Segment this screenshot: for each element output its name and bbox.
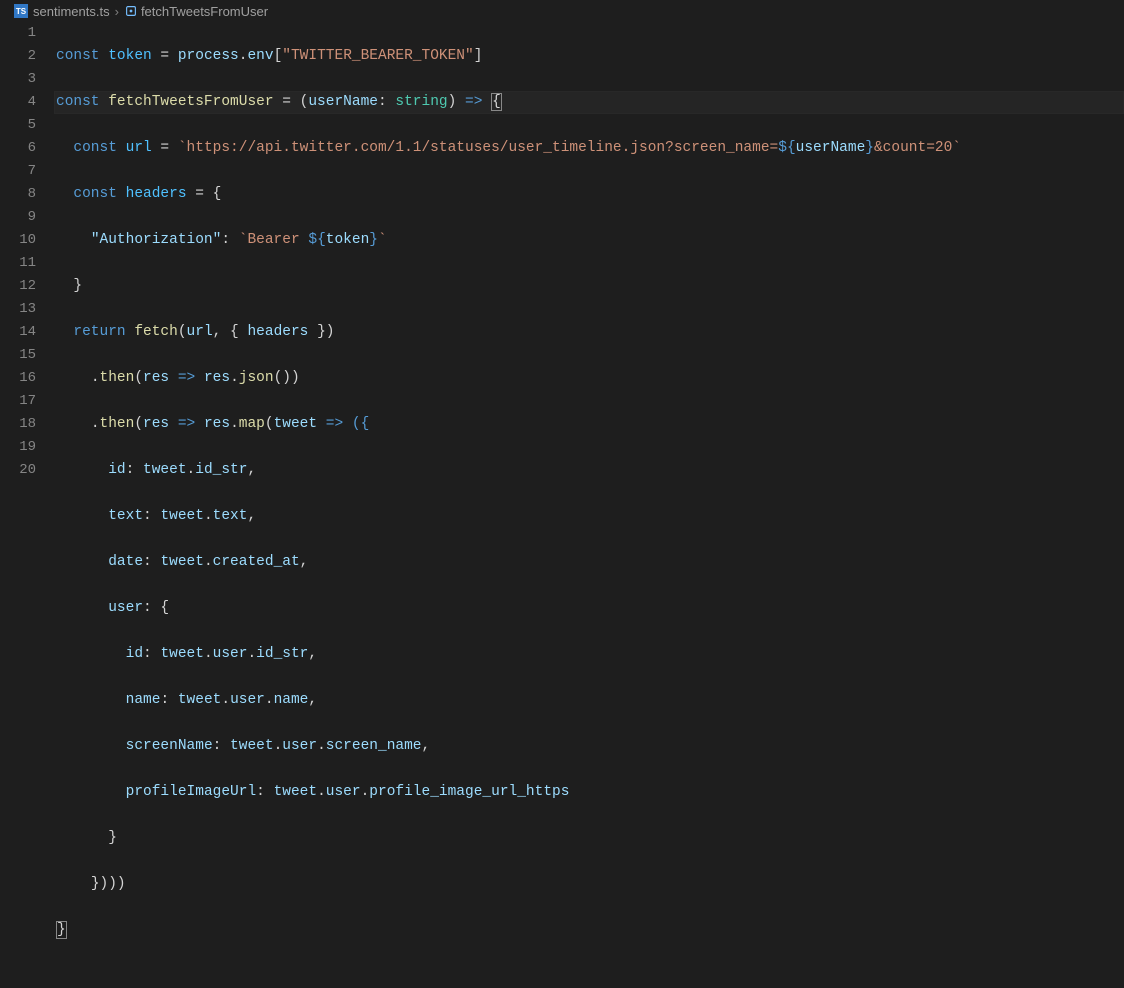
code-line[interactable]: .then(res => res.json()) [54, 367, 1124, 390]
code-line[interactable]: name: tweet.user.name, [54, 689, 1124, 712]
code-line[interactable]: const url = `https://api.twitter.com/1.1… [54, 137, 1124, 160]
code-line[interactable]: const fetchTweetsFromUser = (userName: s… [54, 91, 1124, 114]
line-number: 5 [0, 114, 36, 137]
code-line[interactable]: const headers = { [54, 183, 1124, 206]
line-number: 9 [0, 206, 36, 229]
chevron-right-icon: › [113, 4, 121, 19]
line-number: 3 [0, 68, 36, 91]
line-number: 20 [0, 459, 36, 482]
line-number: 1 [0, 22, 36, 45]
code-line[interactable]: const token = process.env["TWITTER_BEARE… [54, 45, 1124, 68]
code-editor[interactable]: 1 2 3 4 5 6 7 8 9 10 11 12 13 14 15 16 1… [0, 22, 1124, 988]
code-line[interactable]: } [54, 827, 1124, 850]
code-line[interactable]: user: { [54, 597, 1124, 620]
line-number: 13 [0, 298, 36, 321]
breadcrumb-symbol[interactable]: fetchTweetsFromUser [141, 4, 268, 19]
line-number: 10 [0, 229, 36, 252]
symbol-method-icon [124, 4, 138, 18]
line-number: 19 [0, 436, 36, 459]
line-number: 6 [0, 137, 36, 160]
line-number: 12 [0, 275, 36, 298]
code-line[interactable]: profileImageUrl: tweet.user.profile_imag… [54, 781, 1124, 804]
line-number: 14 [0, 321, 36, 344]
code-line[interactable]: "Authorization": `Bearer ${token}` [54, 229, 1124, 252]
code-line[interactable]: } [54, 275, 1124, 298]
code-line[interactable]: }))) [54, 873, 1124, 896]
breadcrumb[interactable]: TS sentiments.ts › fetchTweetsFromUser [0, 0, 1124, 22]
line-number: 4 [0, 91, 36, 114]
code-line[interactable]: screenName: tweet.user.screen_name, [54, 735, 1124, 758]
breadcrumb-file[interactable]: sentiments.ts [33, 4, 110, 19]
code-line[interactable]: return fetch(url, { headers }) [54, 321, 1124, 344]
code-line[interactable]: text: tweet.text, [54, 505, 1124, 528]
line-number: 15 [0, 344, 36, 367]
code-line[interactable]: .then(res => res.map(tweet => ({ [54, 413, 1124, 436]
line-number: 17 [0, 390, 36, 413]
code-line[interactable]: id: tweet.id_str, [54, 459, 1124, 482]
line-number: 8 [0, 183, 36, 206]
line-number: 16 [0, 367, 36, 390]
line-number: 7 [0, 160, 36, 183]
line-number: 18 [0, 413, 36, 436]
code-line[interactable]: date: tweet.created_at, [54, 551, 1124, 574]
line-number-gutter: 1 2 3 4 5 6 7 8 9 10 11 12 13 14 15 16 1… [0, 22, 54, 988]
typescript-file-icon: TS [14, 4, 28, 18]
code-area[interactable]: const token = process.env["TWITTER_BEARE… [54, 22, 1124, 988]
line-number: 11 [0, 252, 36, 275]
line-number: 2 [0, 45, 36, 68]
code-line[interactable]: id: tweet.user.id_str, [54, 643, 1124, 666]
code-line[interactable]: } [54, 919, 1124, 942]
